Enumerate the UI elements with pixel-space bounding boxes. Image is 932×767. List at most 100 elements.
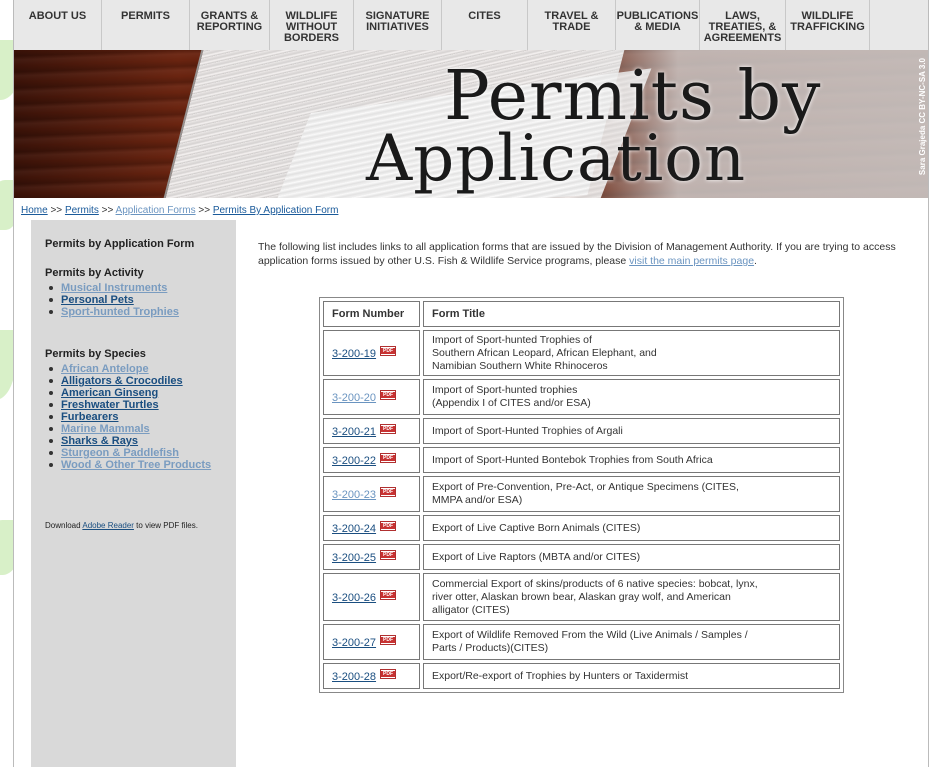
sidebar-title: Permits by Application Form — [45, 238, 195, 250]
sidebar-list-item: Musical Instruments — [45, 282, 179, 294]
sidebar-link[interactable]: Personal Pets — [61, 294, 134, 306]
sidebar-link[interactable]: Wood & Other Tree Products — [61, 459, 211, 471]
activity-heading: Permits by Activity — [45, 267, 144, 279]
form-number-link[interactable]: 3-200-26 — [332, 592, 376, 604]
table-row: 3-200-22 Import of Sport-Hunted Bontebok … — [323, 447, 840, 473]
form-title-cell: Commercial Export of skins/products of 6… — [423, 573, 840, 621]
sidebar-list-item: Marine Mammals — [45, 423, 211, 435]
pdf-icon[interactable] — [380, 521, 397, 531]
sidebar-link[interactable]: Sport-hunted Trophies — [61, 306, 179, 318]
breadcrumb-separator: >> — [198, 205, 211, 216]
pdf-icon[interactable] — [380, 550, 397, 560]
form-number-cell: 3-200-20 — [323, 379, 420, 415]
table-row: 3-200-28 Export/Re-export of Trophies by … — [323, 663, 840, 689]
form-number-header: Form Number — [323, 301, 420, 327]
breadcrumb-current[interactable]: Permits By Application Form — [213, 205, 339, 216]
breadcrumb-separator: >> — [50, 205, 63, 216]
sidebar-link[interactable]: Sturgeon & Paddlefish — [61, 447, 179, 459]
top-navigation: ABOUT US PERMITS GRANTS & REPORTING WILDLIF… — [14, 0, 928, 50]
form-title-cell: Import of Sport-Hunted Bontebok Trophies… — [423, 447, 840, 473]
nav-item[interactable]: PERMITS — [102, 0, 190, 50]
form-title-header: Form Title — [423, 301, 840, 327]
pdf-icon[interactable] — [380, 390, 397, 400]
sidebar-link[interactable]: Marine Mammals — [61, 423, 150, 435]
form-number-cell: 3-200-24 — [323, 515, 420, 541]
pdf-icon[interactable] — [380, 590, 397, 600]
intro-text: The following list includes links to all… — [258, 241, 896, 267]
nav-item[interactable]: CITES — [442, 0, 528, 50]
nav-item[interactable]: PUBLICATIONS & MEDIA — [616, 0, 700, 50]
sidebar-list-item: Personal Pets — [45, 294, 179, 306]
adobe-reader-link[interactable]: Adobe Reader — [82, 521, 134, 530]
intro-end: . — [754, 255, 757, 267]
nav-item[interactable]: TRAVEL & TRADE — [528, 0, 616, 50]
sidebar-link[interactable]: Furbearers — [61, 411, 118, 423]
pdf-icon[interactable] — [380, 487, 397, 497]
table-row: 3-200-24 Export of Live Captive Born Anim… — [323, 515, 840, 541]
form-title-cell: Export/Re-export of Trophies by Hunters … — [423, 663, 840, 689]
table-row: 3-200-21 Import of Sport-Hunted Trophies … — [323, 418, 840, 444]
form-number-cell: 3-200-26 — [323, 573, 420, 621]
form-number-cell: 3-200-21 — [323, 418, 420, 444]
pdf-icon[interactable] — [380, 346, 397, 356]
breadcrumb-application-forms[interactable]: Application Forms — [116, 205, 196, 216]
form-title-cell: Export of Live Captive Born Animals (CIT… — [423, 515, 840, 541]
form-number-cell: 3-200-22 — [323, 447, 420, 473]
form-number-link[interactable]: 3-200-22 — [332, 455, 376, 467]
form-number-link[interactable]: 3-200-24 — [332, 523, 376, 535]
page-banner: Permits by Application Form Sara Grajeda… — [14, 50, 928, 198]
pdf-icon[interactable] — [380, 669, 397, 679]
nav-item[interactable]: WILDLIFE TRAFFICKING — [786, 0, 870, 50]
form-number-link[interactable]: 3-200-27 — [332, 637, 376, 649]
breadcrumb-permits[interactable]: Permits — [65, 205, 99, 216]
nav-item[interactable]: LAWS, TREATIES, & AGREEMENTS — [700, 0, 786, 50]
form-title-cell: Import of Sport-Hunted Trophies of Argal… — [423, 418, 840, 444]
form-number-cell: 3-200-25 — [323, 544, 420, 570]
sidebar-link[interactable]: Alligators & Crocodiles — [61, 375, 183, 387]
nav-item[interactable]: ABOUT US — [14, 0, 102, 50]
form-number-cell: 3-200-19 — [323, 330, 420, 376]
sidebar-link[interactable]: Musical Instruments — [61, 282, 167, 294]
activity-list: Musical Instruments Personal Pets Sport-hu… — [45, 282, 179, 318]
download-suffix: to view PDF files. — [133, 521, 198, 530]
banner-title-line2: Application Form — [366, 122, 747, 198]
breadcrumb-home[interactable]: Home — [21, 205, 48, 216]
form-number-link[interactable]: 3-200-28 — [332, 671, 376, 683]
nav-item[interactable]: WILDLIFE WITHOUT BORDERS — [270, 0, 354, 50]
form-number-cell: 3-200-23 — [323, 476, 420, 512]
download-note: Download Adobe Reader to view PDF files. — [45, 521, 198, 530]
pdf-icon[interactable] — [380, 453, 397, 463]
sidebar-list-item: African Antelope — [45, 363, 211, 375]
table-row: 3-200-25 Export of Live Raptors (MBTA and… — [323, 544, 840, 570]
sidebar-link[interactable]: African Antelope — [61, 363, 149, 375]
main-permits-link[interactable]: visit the main permits page — [629, 255, 754, 267]
form-title-cell: Export of Pre-Convention, Pre-Act, or An… — [423, 476, 840, 512]
pdf-icon[interactable] — [380, 424, 397, 434]
sidebar-list-item: Alligators & Crocodiles — [45, 375, 211, 387]
sidebar-list-item: Furbearers — [45, 411, 211, 423]
nav-item[interactable]: SIGNATURE INITIATIVES — [354, 0, 442, 50]
form-number-link[interactable]: 3-200-23 — [332, 489, 376, 501]
sidebar-list-item: Sport-hunted Trophies — [45, 306, 179, 318]
sidebar-link[interactable]: Freshwater Turtles — [61, 399, 159, 411]
table-row: 3-200-19 Import of Sport-hunted Trophies … — [323, 330, 840, 376]
form-number-link[interactable]: 3-200-25 — [332, 552, 376, 564]
form-number-link[interactable]: 3-200-21 — [332, 426, 376, 438]
form-number-cell: 3-200-27 — [323, 624, 420, 660]
form-title-cell: Export of Live Raptors (MBTA and/or CITE… — [423, 544, 840, 570]
form-number-link[interactable]: 3-200-19 — [332, 348, 376, 360]
form-number-link[interactable]: 3-200-20 — [332, 392, 376, 404]
sidebar-list-item: Freshwater Turtles — [45, 399, 211, 411]
photo-credit: Sara Grajeda CC BY-NC-SA 3.0 — [918, 58, 927, 176]
sidebar-link[interactable]: American Ginseng — [61, 387, 158, 399]
nav-item[interactable]: GRANTS & REPORTING — [190, 0, 270, 50]
download-prefix: Download — [45, 521, 83, 530]
table-header-row: Form Number Form Title — [323, 301, 840, 327]
table-row: 3-200-27 Export of Wildlife Removed From … — [323, 624, 840, 660]
breadcrumb-separator: >> — [101, 205, 114, 216]
form-title-cell: Export of Wildlife Removed From the Wild… — [423, 624, 840, 660]
form-title-cell: Import of Sport-hunted Trophies of South… — [423, 330, 840, 376]
sidebar-list-item: Sturgeon & Paddlefish — [45, 447, 211, 459]
pdf-icon[interactable] — [380, 635, 397, 645]
sidebar-link[interactable]: Sharks & Rays — [61, 435, 138, 447]
